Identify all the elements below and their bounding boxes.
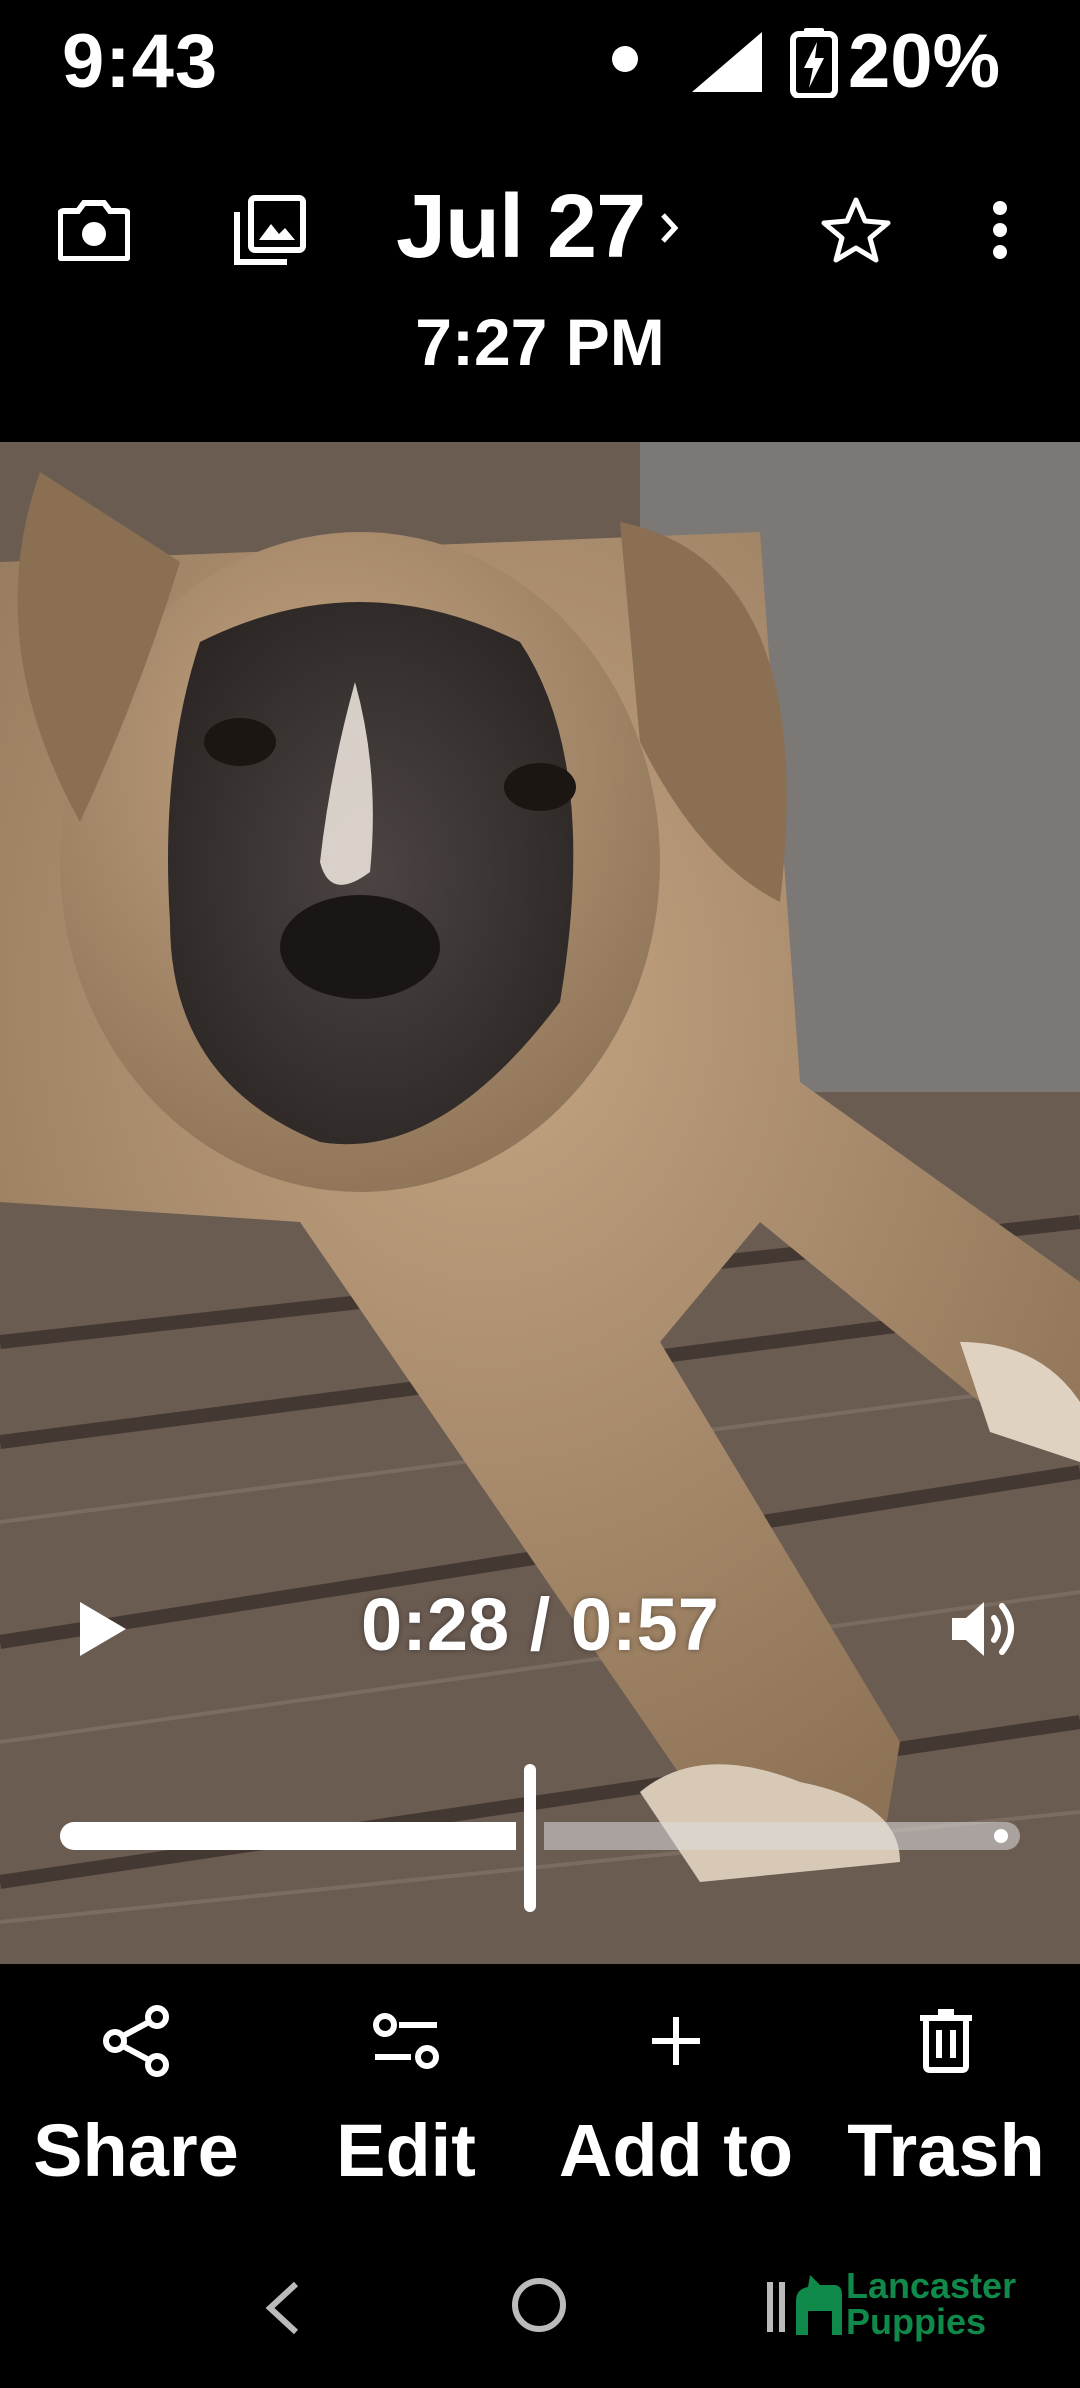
seekbar-end-dot (994, 1829, 1008, 1843)
seekbar-remaining[interactable] (544, 1822, 1020, 1850)
share-button[interactable]: Share (6, 1996, 266, 2193)
battery-percent: 20% (848, 19, 1001, 104)
edit-label: Edit (336, 2109, 476, 2192)
watermark-text: Lancaster Puppies (846, 2268, 1016, 2340)
watermark-logo: Lancaster Puppies (790, 2268, 1016, 2340)
trash-label: Trash (847, 2109, 1045, 2192)
date-text: Jul 27 (396, 177, 646, 277)
more-vert-icon[interactable] (960, 190, 1040, 270)
seekbar-handle[interactable] (524, 1764, 536, 1912)
notification-dot-icon (612, 46, 638, 72)
status-time: 9:43 (62, 19, 219, 104)
add-to-label: Add to (558, 2109, 794, 2192)
date-header[interactable]: Jul 27 (396, 176, 679, 279)
video-position-label: 0:28 / 0:57 (361, 1583, 719, 1666)
capture-time: 7:27 PM (415, 305, 665, 379)
star-icon[interactable] (816, 190, 896, 270)
volume-icon[interactable] (948, 1594, 1020, 1669)
add-to-button[interactable]: Add to (546, 1996, 806, 2193)
edit-sliders-icon (371, 1996, 441, 2086)
video-frame[interactable] (0, 442, 1080, 1964)
watermark-dog-icon (796, 2275, 842, 2335)
back-icon[interactable] (262, 2278, 302, 2343)
gallery-icon[interactable] (230, 190, 310, 270)
trash-icon (918, 1996, 974, 2086)
chevron-right-icon (659, 211, 679, 250)
seekbar-played[interactable] (60, 1822, 516, 1850)
signal-icon (690, 30, 764, 99)
home-icon[interactable] (512, 2278, 566, 2332)
recents-icon[interactable] (766, 2282, 790, 2337)
camera-icon[interactable] (54, 190, 134, 270)
share-icon (101, 1996, 171, 2086)
trash-button[interactable]: Trash (816, 1996, 1076, 2193)
share-label: Share (33, 2109, 239, 2192)
battery-charging-icon (790, 28, 838, 103)
edit-button[interactable]: Edit (276, 1996, 536, 2193)
plus-icon (648, 1996, 704, 2086)
watermark-line2: Puppies (846, 2301, 987, 2342)
watermark-line1: Lancaster (846, 2265, 1017, 2306)
